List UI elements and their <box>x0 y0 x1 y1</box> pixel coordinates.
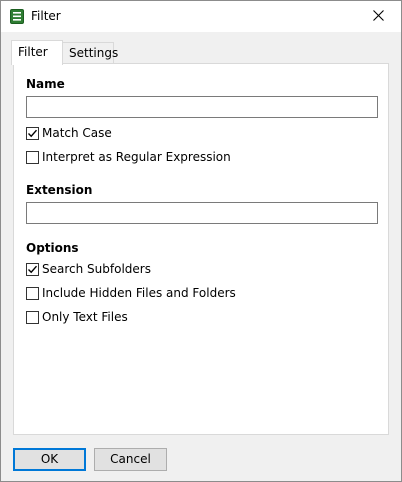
filter-tab-panel: Name Match Case Interpret as Regular Exp… <box>13 63 389 435</box>
ok-button[interactable]: OK <box>13 448 86 471</box>
regex-label: Interpret as Regular Expression <box>42 150 231 164</box>
list-document-icon <box>10 9 24 24</box>
only-text-files-label: Only Text Files <box>42 310 128 324</box>
extension-section-label: Extension <box>26 183 93 197</box>
hidden-files-checkbox[interactable]: Include Hidden Files and Folders <box>26 285 236 301</box>
only-text-files-checkbox[interactable]: Only Text Files <box>26 309 128 325</box>
name-section-label: Name <box>26 77 65 91</box>
tab-settings[interactable]: Settings <box>62 42 118 63</box>
close-icon <box>372 9 384 24</box>
checkbox-unchecked-icon <box>26 150 39 164</box>
checkbox-unchecked-icon <box>26 286 39 300</box>
options-section-label: Options <box>26 241 79 255</box>
search-subfolders-checkbox[interactable]: Search Subfolders <box>26 261 151 277</box>
checkbox-checked-icon <box>26 262 39 276</box>
extension-input[interactable] <box>26 202 378 224</box>
match-case-checkbox[interactable]: Match Case <box>26 125 112 141</box>
tab-filter[interactable]: Filter <box>11 40 63 65</box>
title-bar: Filter <box>1 1 401 32</box>
match-case-label: Match Case <box>42 126 112 140</box>
close-button[interactable] <box>355 1 401 32</box>
window-title: Filter <box>31 9 61 23</box>
filter-dialog: Filter Filter Settings Name Match Case I… <box>0 0 402 482</box>
checkbox-unchecked-icon <box>26 310 39 324</box>
name-input[interactable] <box>26 96 378 118</box>
checkbox-checked-icon <box>26 126 39 140</box>
regex-checkbox[interactable]: Interpret as Regular Expression <box>26 149 231 165</box>
search-subfolders-label: Search Subfolders <box>42 262 151 276</box>
cancel-button[interactable]: Cancel <box>94 448 167 471</box>
hidden-files-label: Include Hidden Files and Folders <box>42 286 236 300</box>
